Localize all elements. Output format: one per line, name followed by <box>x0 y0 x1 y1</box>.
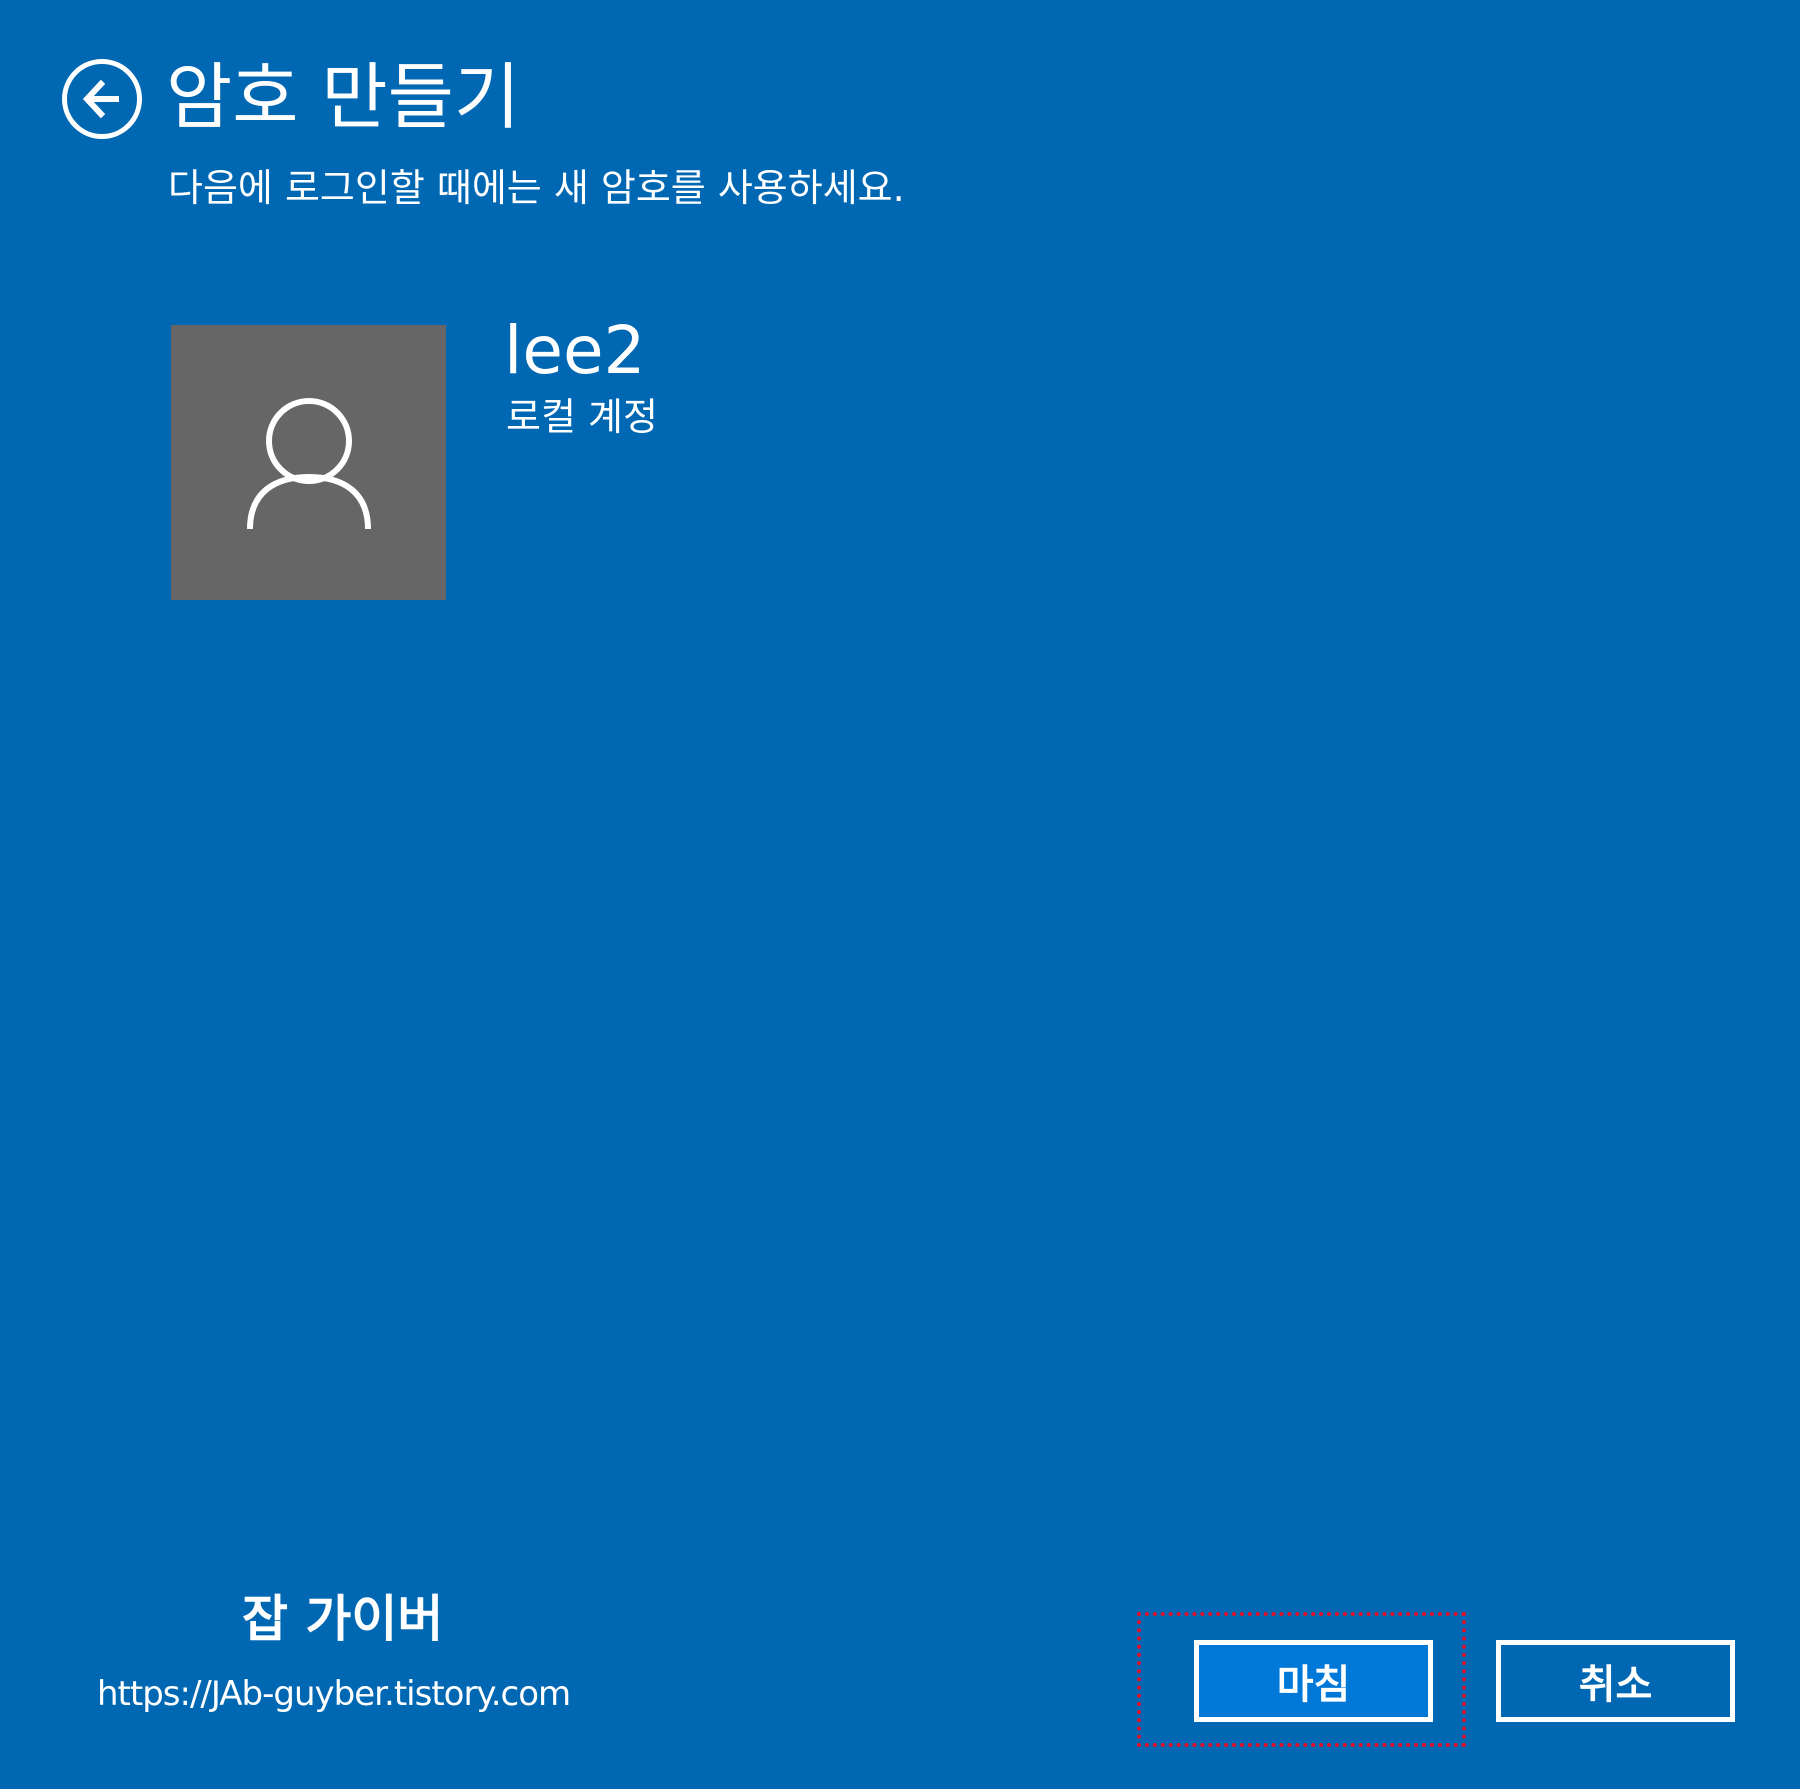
avatar <box>171 325 446 600</box>
create-password-screen: 암호 만들기 다음에 로그인할 때에는 새 암호를 사용하세요. lee2 로컬… <box>0 0 1800 1789</box>
page-subtitle: 다음에 로그인할 때에는 새 암호를 사용하세요. <box>168 166 905 210</box>
account-type: 로컬 계정 <box>506 395 658 439</box>
user-icon <box>246 397 371 529</box>
back-button[interactable] <box>62 59 142 139</box>
watermark-name: 잡 가이버 <box>242 1590 444 1648</box>
user-name: lee2 <box>504 312 646 389</box>
cancel-button[interactable]: 취소 <box>1496 1640 1735 1722</box>
page-title: 암호 만들기 <box>166 55 521 139</box>
watermark-url: https://JAb-guyber.tistory.com <box>97 1674 571 1714</box>
finish-button[interactable]: 마침 <box>1194 1640 1433 1722</box>
arrow-left-icon <box>82 79 119 119</box>
